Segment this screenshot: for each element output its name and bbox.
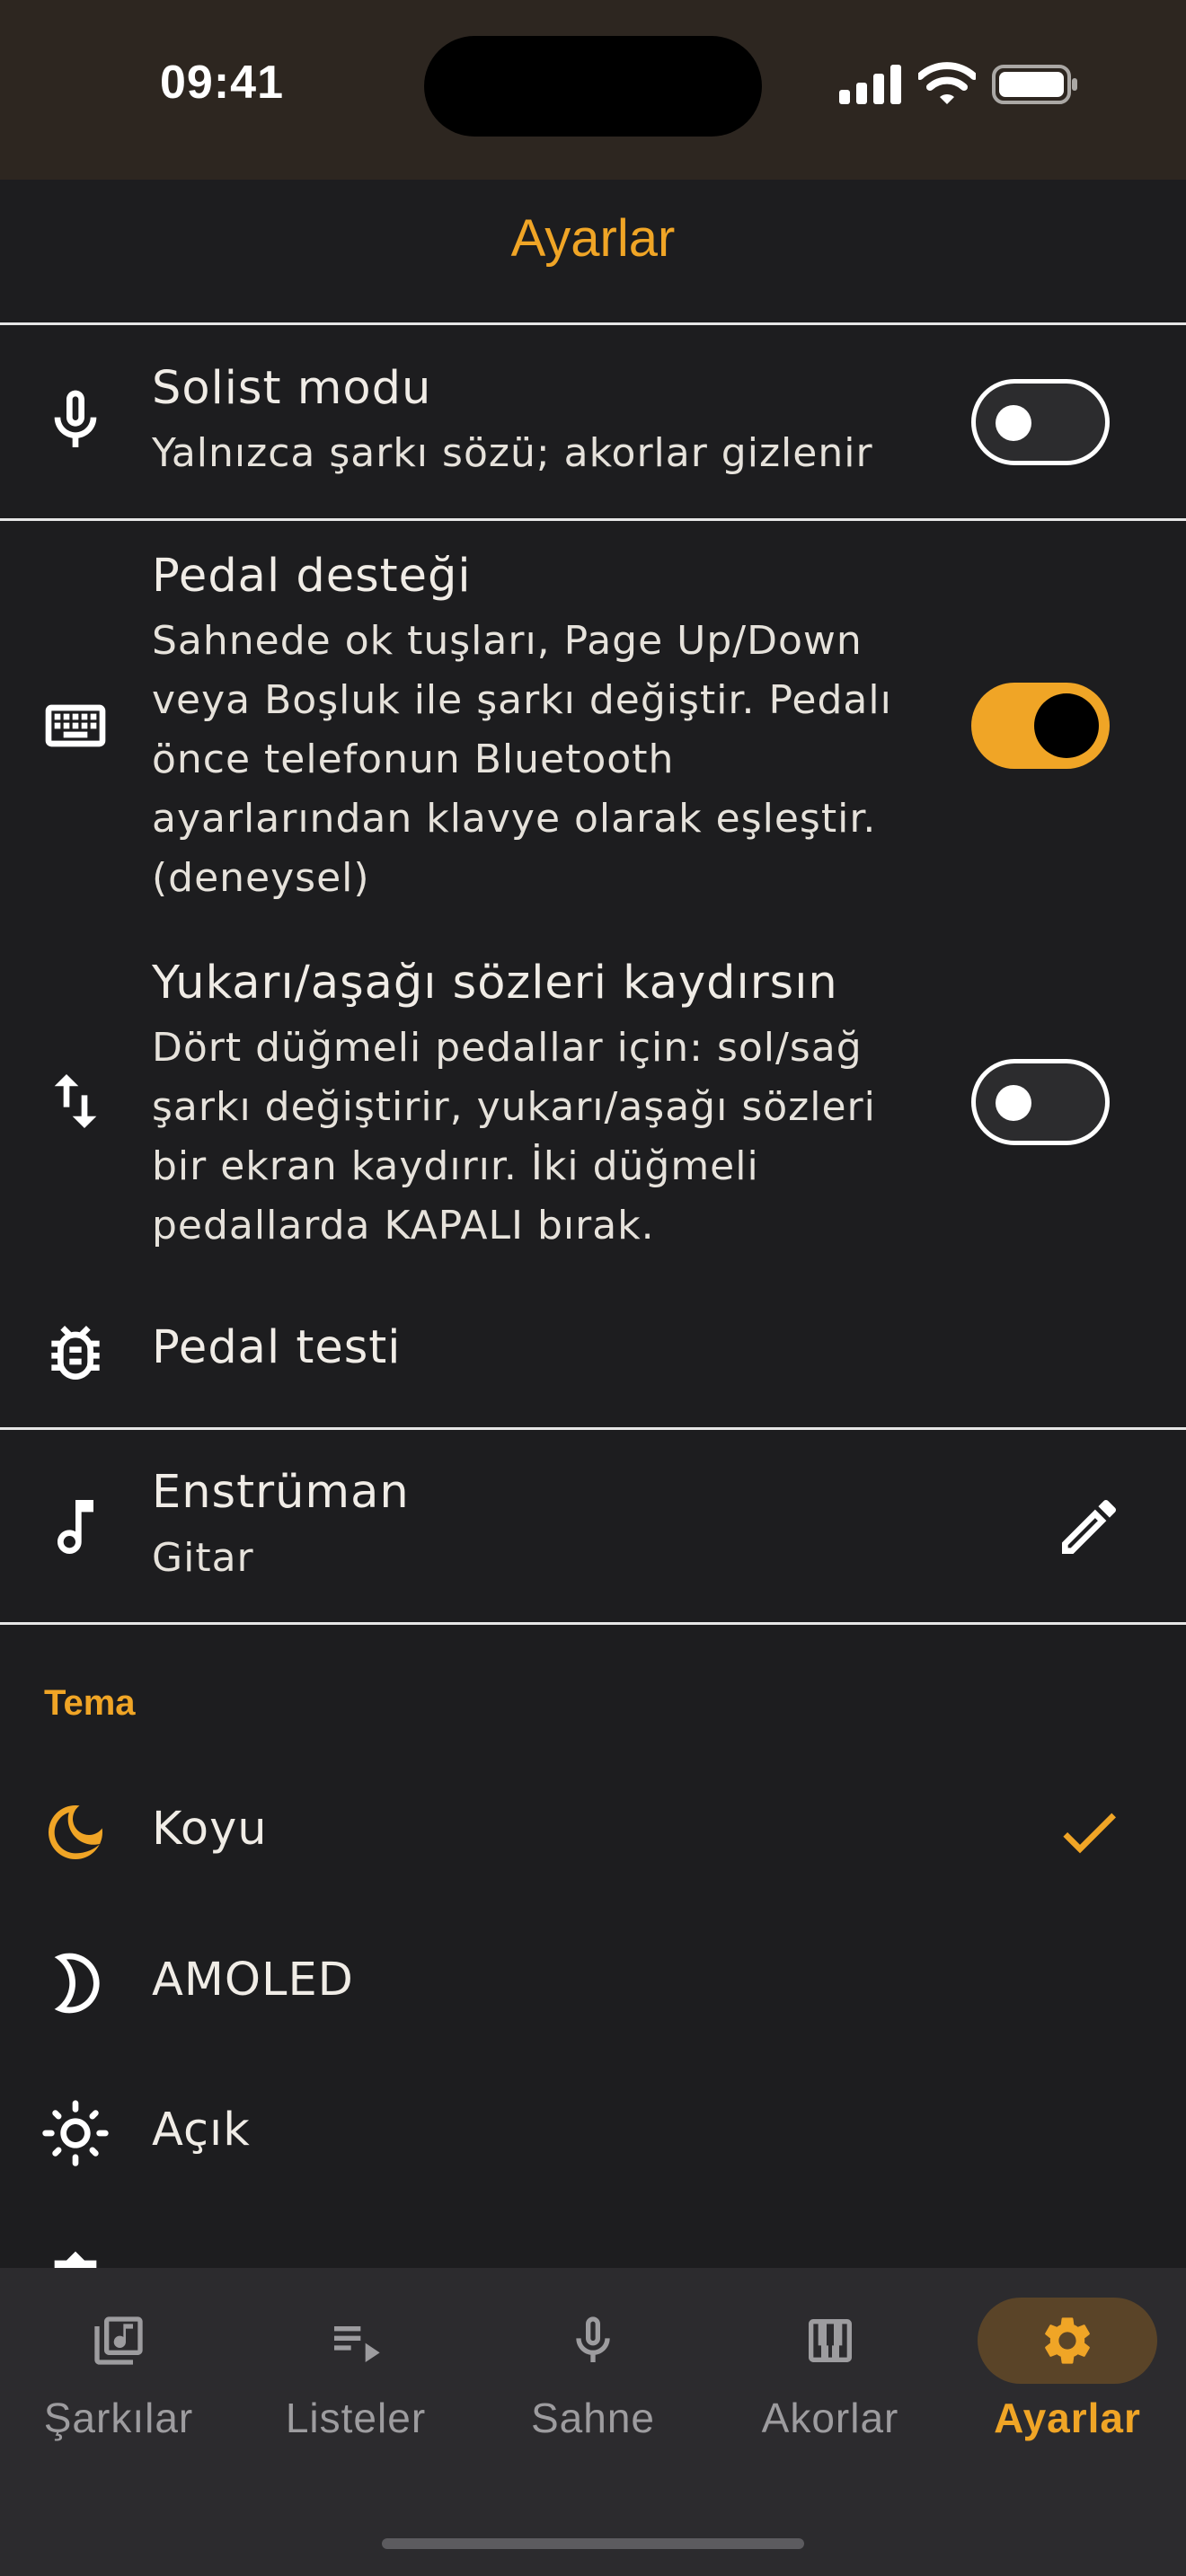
setting-subtitle: Yalnızca şarkı sözü; akorlar gizlenir <box>152 430 873 476</box>
tab-sahne[interactable]: Sahne <box>474 2268 712 2448</box>
music-library-icon <box>90 2312 147 2369</box>
playlist-icon <box>327 2312 385 2369</box>
scroll-toggle[interactable] <box>971 1059 1110 1145</box>
cellular-signal-icon <box>839 65 901 104</box>
status-time: 09:41 <box>160 57 284 109</box>
section-label-theme: Tema <box>44 1683 136 1723</box>
divider <box>0 322 1186 325</box>
theme-option-label: Koyu <box>152 1803 268 1856</box>
swap-vertical-icon <box>40 1065 111 1137</box>
setting-description-line: ayarlarından klavye olarak eşleştir. <box>152 796 877 842</box>
pedal-toggle[interactable] <box>971 683 1110 769</box>
wifi-icon <box>918 62 976 104</box>
tab-label: Listeler <box>285 2395 427 2441</box>
tab-label: Akorlar <box>761 2395 899 2441</box>
setting-description-line: bir ekran kaydırır. İki düğmeli <box>152 1143 759 1189</box>
piano-icon <box>801 2312 859 2369</box>
setting-description-line: önce telefonun Bluetooth <box>152 737 675 782</box>
theme-option-label: AMOLED <box>152 1954 354 2007</box>
setting-value: Gitar <box>152 1535 254 1581</box>
setting-title: Yukarı/aşağı sözleri kaydırsın <box>152 957 838 1010</box>
setting-title: Enstrüman <box>152 1466 410 1519</box>
dynamic-island <box>424 36 762 137</box>
tab-ayarlar[interactable]: Ayarlar <box>949 2268 1186 2448</box>
tab-label: Ayarlar <box>994 2395 1141 2441</box>
setting-title: Solist modu <box>152 362 432 415</box>
tab-sarkilar[interactable]: Şarkılar <box>0 2268 237 2448</box>
moon-filled-icon <box>40 1796 111 1868</box>
check-icon <box>1053 1796 1125 1868</box>
setting-description-line: şarkı değiştirir, yukarı/aşağı sözleri <box>152 1084 876 1130</box>
home-indicator <box>382 2538 804 2549</box>
bug-icon <box>40 1317 111 1389</box>
divider <box>0 518 1186 521</box>
microphone-icon <box>40 384 111 456</box>
setting-description-line: veya Boşluk ile şarkı değiştir. Pedalı <box>152 677 892 723</box>
setting-description-line: Sahnede ok tuşları, Page Up/Down <box>152 618 863 664</box>
tab-label: Şarkılar <box>43 2395 194 2441</box>
moon-outline-icon <box>40 1947 111 2019</box>
keyboard-icon <box>40 690 111 762</box>
theme-option-label: Açık <box>152 2104 251 2157</box>
pencil-icon[interactable] <box>1053 1491 1125 1563</box>
tab-akorlar[interactable]: Akorlar <box>712 2268 949 2448</box>
music-note-icon <box>40 1491 111 1563</box>
setting-title: Pedal desteği <box>152 550 472 603</box>
setting-description-line: Dört düğmeli pedallar için: sol/sağ <box>152 1025 863 1071</box>
setting-description-line: (deneysel) <box>152 855 370 901</box>
gear-icon <box>1039 2312 1096 2369</box>
solist-toggle[interactable] <box>971 379 1110 465</box>
setting-title: Pedal testi <box>152 1321 402 1374</box>
tab-listeler[interactable]: Listeler <box>237 2268 474 2448</box>
battery-icon <box>992 65 1077 104</box>
setting-description-line: pedallarda KAPALI bırak. <box>152 1203 655 1248</box>
divider <box>0 1622 1186 1625</box>
page-title: Ayarlar <box>510 209 676 268</box>
tab-label: Sahne <box>530 2395 655 2441</box>
divider <box>0 1427 1186 1430</box>
microphone-icon <box>564 2312 622 2369</box>
sun-icon <box>40 2097 111 2169</box>
